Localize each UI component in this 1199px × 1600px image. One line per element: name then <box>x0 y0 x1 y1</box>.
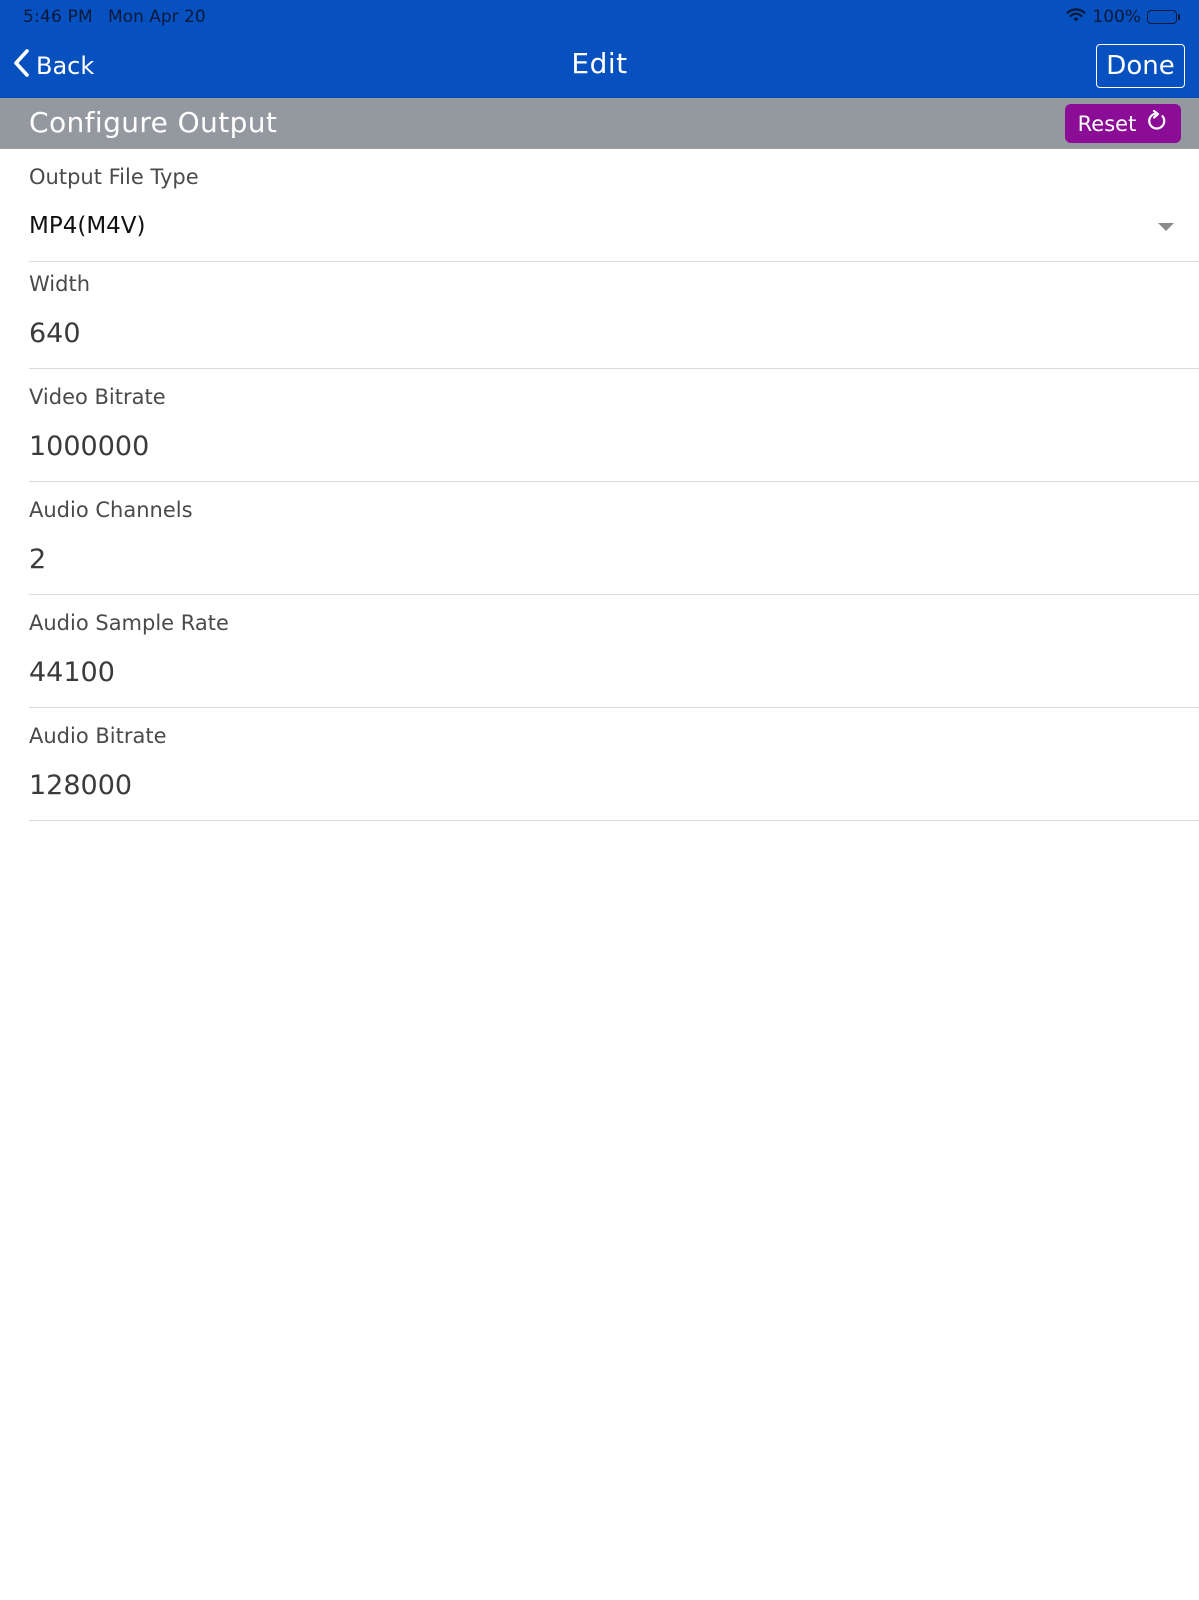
status-indicators: 100% <box>1066 6 1180 28</box>
status-date: Mon Apr 20 <box>108 7 206 27</box>
width-field: Width <box>29 256 1199 369</box>
width-input[interactable] <box>29 318 1129 349</box>
navigation-bar: 5:46 PM Mon Apr 20 100% Back Edit Done <box>0 0 1199 98</box>
width-label: Width <box>29 272 91 296</box>
refresh-icon <box>1146 109 1168 137</box>
status-time: 5:46 PM <box>23 7 93 27</box>
output-file-type-field[interactable]: Output File Type MP4(M4V) <box>29 149 1199 262</box>
section-title: Configure Output <box>29 106 278 139</box>
audio-sample-rate-input[interactable] <box>29 657 1129 688</box>
audio-bitrate-field: Audio Bitrate <box>29 708 1199 821</box>
reset-label: Reset <box>1077 111 1137 136</box>
video-bitrate-input[interactable] <box>29 431 1129 462</box>
audio-channels-field: Audio Channels <box>29 482 1199 595</box>
battery-percent: 100% <box>1092 7 1141 27</box>
page-title: Edit <box>571 47 628 80</box>
reset-button[interactable]: Reset <box>1065 104 1181 143</box>
audio-bitrate-label: Audio Bitrate <box>29 724 167 748</box>
audio-channels-label: Audio Channels <box>29 498 193 522</box>
audio-bitrate-input[interactable] <box>29 770 1129 801</box>
section-header: Configure Output Reset <box>0 98 1199 149</box>
output-file-type-select[interactable]: MP4(M4V) <box>29 213 1129 239</box>
video-bitrate-field: Video Bitrate <box>29 369 1199 482</box>
output-file-type-label: Output File Type <box>29 165 199 189</box>
caret-down-icon[interactable] <box>1158 223 1174 231</box>
audio-sample-rate-field: Audio Sample Rate <box>29 595 1199 708</box>
wifi-icon <box>1066 7 1086 28</box>
video-bitrate-label: Video Bitrate <box>29 385 166 409</box>
audio-channels-input[interactable] <box>29 544 1129 575</box>
audio-sample-rate-label: Audio Sample Rate <box>29 611 229 635</box>
battery-icon <box>1147 10 1180 24</box>
done-button[interactable]: Done <box>1096 44 1185 88</box>
